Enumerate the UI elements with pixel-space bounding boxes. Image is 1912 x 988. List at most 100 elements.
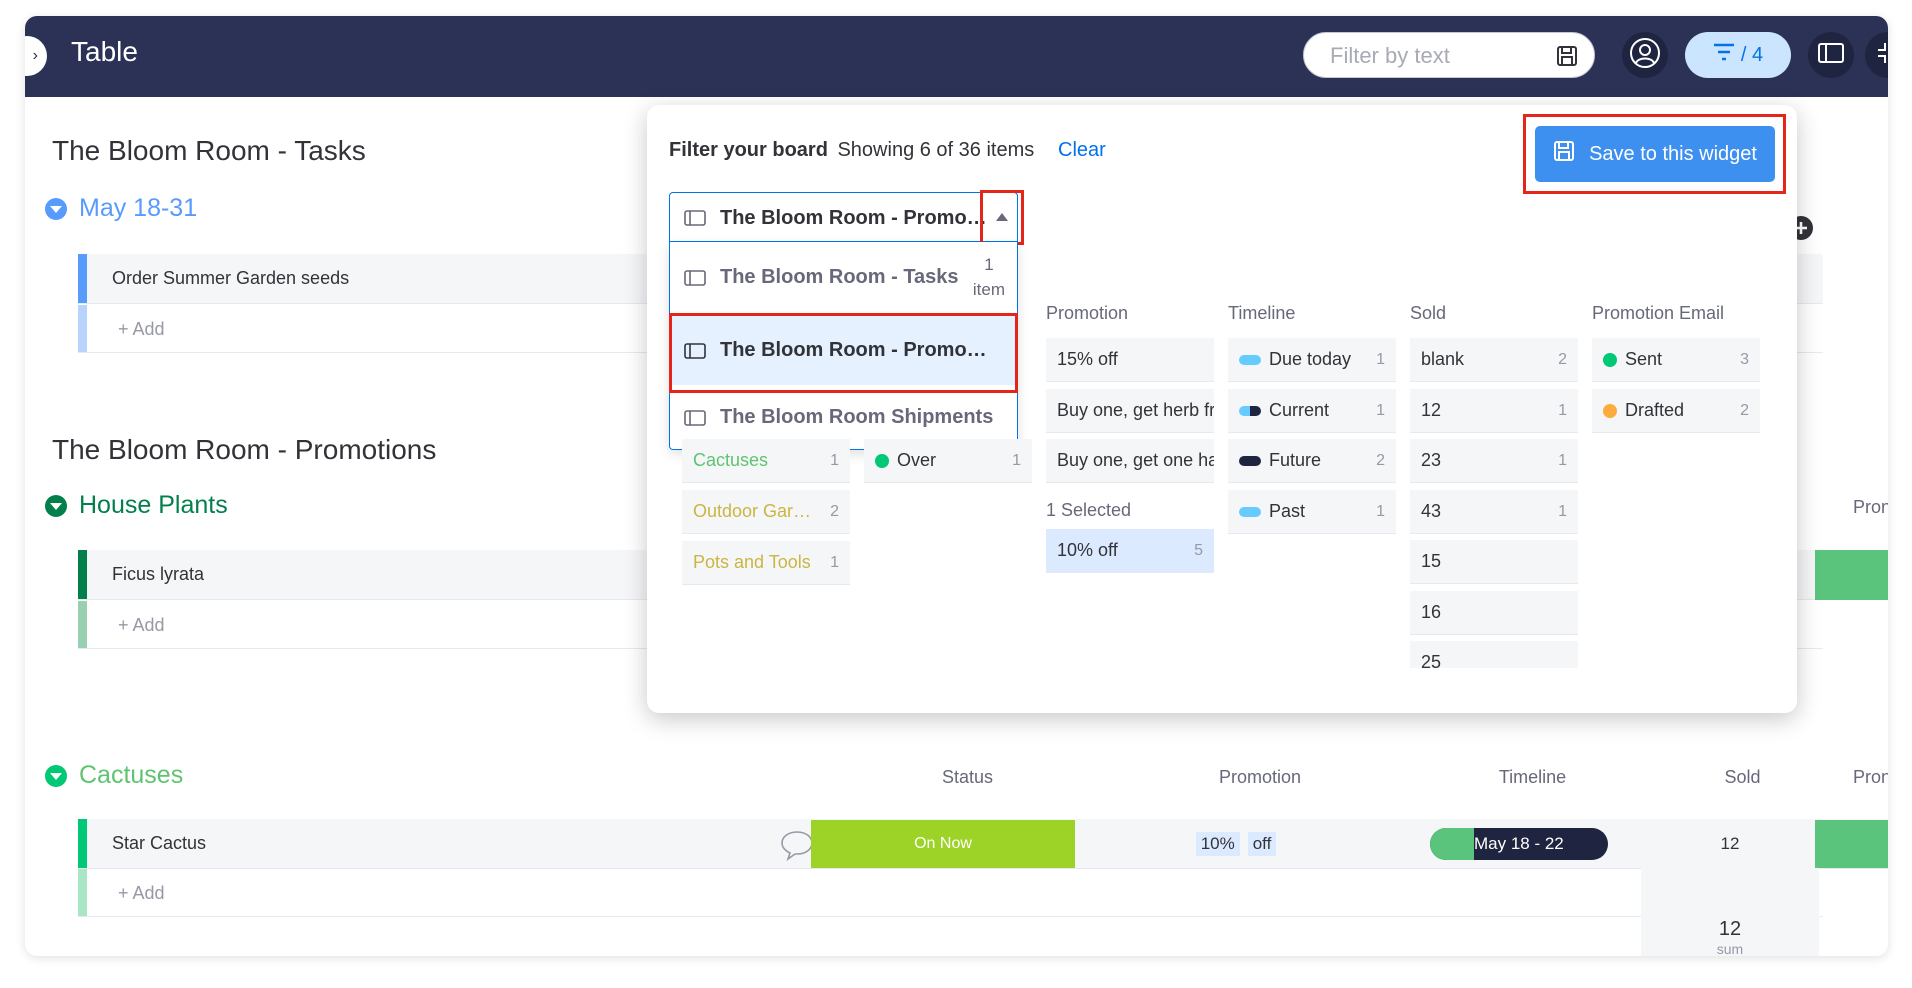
sold-sum-value: 12 [1641,918,1819,941]
column-header-status[interactable]: Status [835,767,1100,788]
add-item-row[interactable]: + Add [78,869,1823,917]
chip-label: Buy one, get herb free [1057,400,1214,421]
group-header-cactuses[interactable]: Cactuses [45,761,183,790]
board-content: The Bloom Room - Tasks May 18-31 Order S… [25,97,1888,956]
collapse-sidebar-button[interactable]: › [25,36,47,76]
toggle-sidebar-button[interactable] [1808,32,1854,78]
filter-panel-title: Filter your board [669,139,828,161]
sold-chip-list: blank 2 12 1 23 1 43 1 15 [1410,338,1578,668]
promotion-cell[interactable]: 10% off [1075,820,1397,868]
chip-label: Sent [1625,349,1662,370]
item-name[interactable]: Star Cactus [112,833,206,854]
filter-chip-promotion-selected[interactable]: 10% off 5 [1046,529,1214,573]
filter-chip-timeline[interactable]: Past 1 [1228,490,1396,534]
chip-label: 12 [1421,400,1441,421]
board-option-label: The Bloom Room - Tasks [720,266,960,289]
timeline-bar: May 18 - 22 [1430,828,1608,860]
chip-label: Cactuses [693,450,768,471]
filter-column-sold: Sold [1410,303,1446,324]
board-icon [684,410,706,431]
chip-count: 3 [1740,351,1749,369]
filter-button[interactable]: / 4 [1685,32,1791,78]
chip-label: Pots and Tools [693,552,811,573]
filter-chip-promotion[interactable]: 15% off [1046,338,1214,382]
filter-chip-promotion[interactable]: Buy one, get herb free [1046,389,1214,433]
filter-chip-email[interactable]: Drafted 2 [1592,389,1760,433]
filter-chip-sold[interactable]: 23 1 [1410,439,1578,483]
chevron-down-icon[interactable] [45,495,67,517]
filter-column-promotion: Promotion [1046,303,1128,324]
group-header-house-plants[interactable]: House Plants [45,491,228,520]
chip-label: 43 [1421,501,1441,522]
filter-chip-sold[interactable]: 12 1 [1410,389,1578,433]
chip-count: 1 [1558,452,1567,470]
filter-chip-sold[interactable]: 43 1 [1410,490,1578,534]
add-item-label[interactable]: + Add [118,615,165,636]
sold-cell[interactable]: 12 [1641,820,1819,868]
filter-chip-timeline[interactable]: Current 1 [1228,389,1396,433]
timeline-swatch [1239,456,1261,466]
timeline-progress [1430,828,1474,860]
board-selector[interactable]: The Bloom Room - Promotions [669,192,1018,242]
add-item-label[interactable]: + Add [118,883,165,904]
group-color-bar [78,305,87,352]
chevron-down-icon[interactable] [45,765,67,787]
timeline-cell[interactable]: May 18 - 22 [1397,820,1641,868]
group-title: House Plants [79,491,228,520]
filter-chip-email[interactable]: Sent 3 [1592,338,1760,382]
filter-chip-group[interactable]: Cactuses 1 [682,439,850,483]
sidebar-icon [1818,43,1844,68]
chevron-down-icon[interactable] [45,198,67,220]
group-color-bar [78,601,87,648]
status-cell[interactable]: On Now [811,820,1075,868]
column-header-promotion[interactable]: Promotion [1100,767,1420,788]
chip-label: Past [1269,501,1305,522]
chip-label: 23 [1421,450,1441,471]
board-title-promotions: The Bloom Room - Promotions [52,434,436,466]
board-title-tasks: The Bloom Room - Tasks [52,135,366,167]
filter-chip-group[interactable]: Outdoor Garden 2 [682,490,850,534]
group-header-may[interactable]: May 18-31 [45,194,197,223]
filter-chip-status[interactable]: Over 1 [864,439,1032,483]
chip-count: 5 [1194,542,1203,560]
save-filter-icon[interactable] [1556,45,1578,72]
item-name[interactable]: Ficus lyrata [112,564,204,585]
board-option-tasks[interactable]: The Bloom Room - Tasks 1 item [670,242,1017,312]
sold-sum-label: sum [1641,941,1819,956]
filter-chip-sold[interactable]: blank 2 [1410,338,1578,382]
filter-chip-timeline[interactable]: Due today 1 [1228,338,1396,382]
comment-icon[interactable] [780,829,814,866]
column-header-partial: Pron [1853,767,1888,788]
chip-label: Outdoor Garden [693,501,813,522]
chip-count: 2 [830,503,839,521]
chip-label: 15% off [1057,349,1118,370]
highlight-box [669,313,1018,393]
collapse-icon [1876,41,1888,70]
filter-chip-group[interactable]: Pots and Tools 1 [682,541,850,585]
clear-filters-link[interactable]: Clear [1058,139,1106,162]
column-header-timeline[interactable]: Timeline [1420,767,1645,788]
filter-count: / 4 [1741,44,1763,67]
chip-label: 25 [1421,652,1441,668]
column-header-sold[interactable]: Sold [1645,767,1840,788]
person-filter-button[interactable] [1622,32,1668,78]
filter-chip-timeline[interactable]: Future 2 [1228,439,1396,483]
timeline-swatch [1239,355,1261,365]
group-color-bar [78,550,87,599]
exit-fullscreen-button[interactable] [1865,32,1888,78]
filter-chip-sold[interactable]: 16 [1410,591,1578,635]
status-cell-partial[interactable] [1815,820,1888,868]
item-name[interactable]: Order Summer Garden seeds [112,268,349,289]
status-cell-partial[interactable] [1815,550,1888,600]
filter-chip-sold[interactable]: 25 [1410,641,1578,668]
add-item-label[interactable]: + Add [118,319,165,340]
column-header-partial: Pron [1853,497,1888,518]
chip-label: blank [1421,349,1464,370]
chip-label: Future [1269,450,1321,471]
highlight-box [980,190,1024,245]
filter-text-input[interactable] [1330,43,1550,69]
filter-chip-promotion[interactable]: Buy one, get one half off [1046,439,1214,483]
promotion-tag: off [1248,832,1277,856]
chip-count: 1 [1376,351,1385,369]
filter-chip-sold[interactable]: 15 [1410,540,1578,584]
